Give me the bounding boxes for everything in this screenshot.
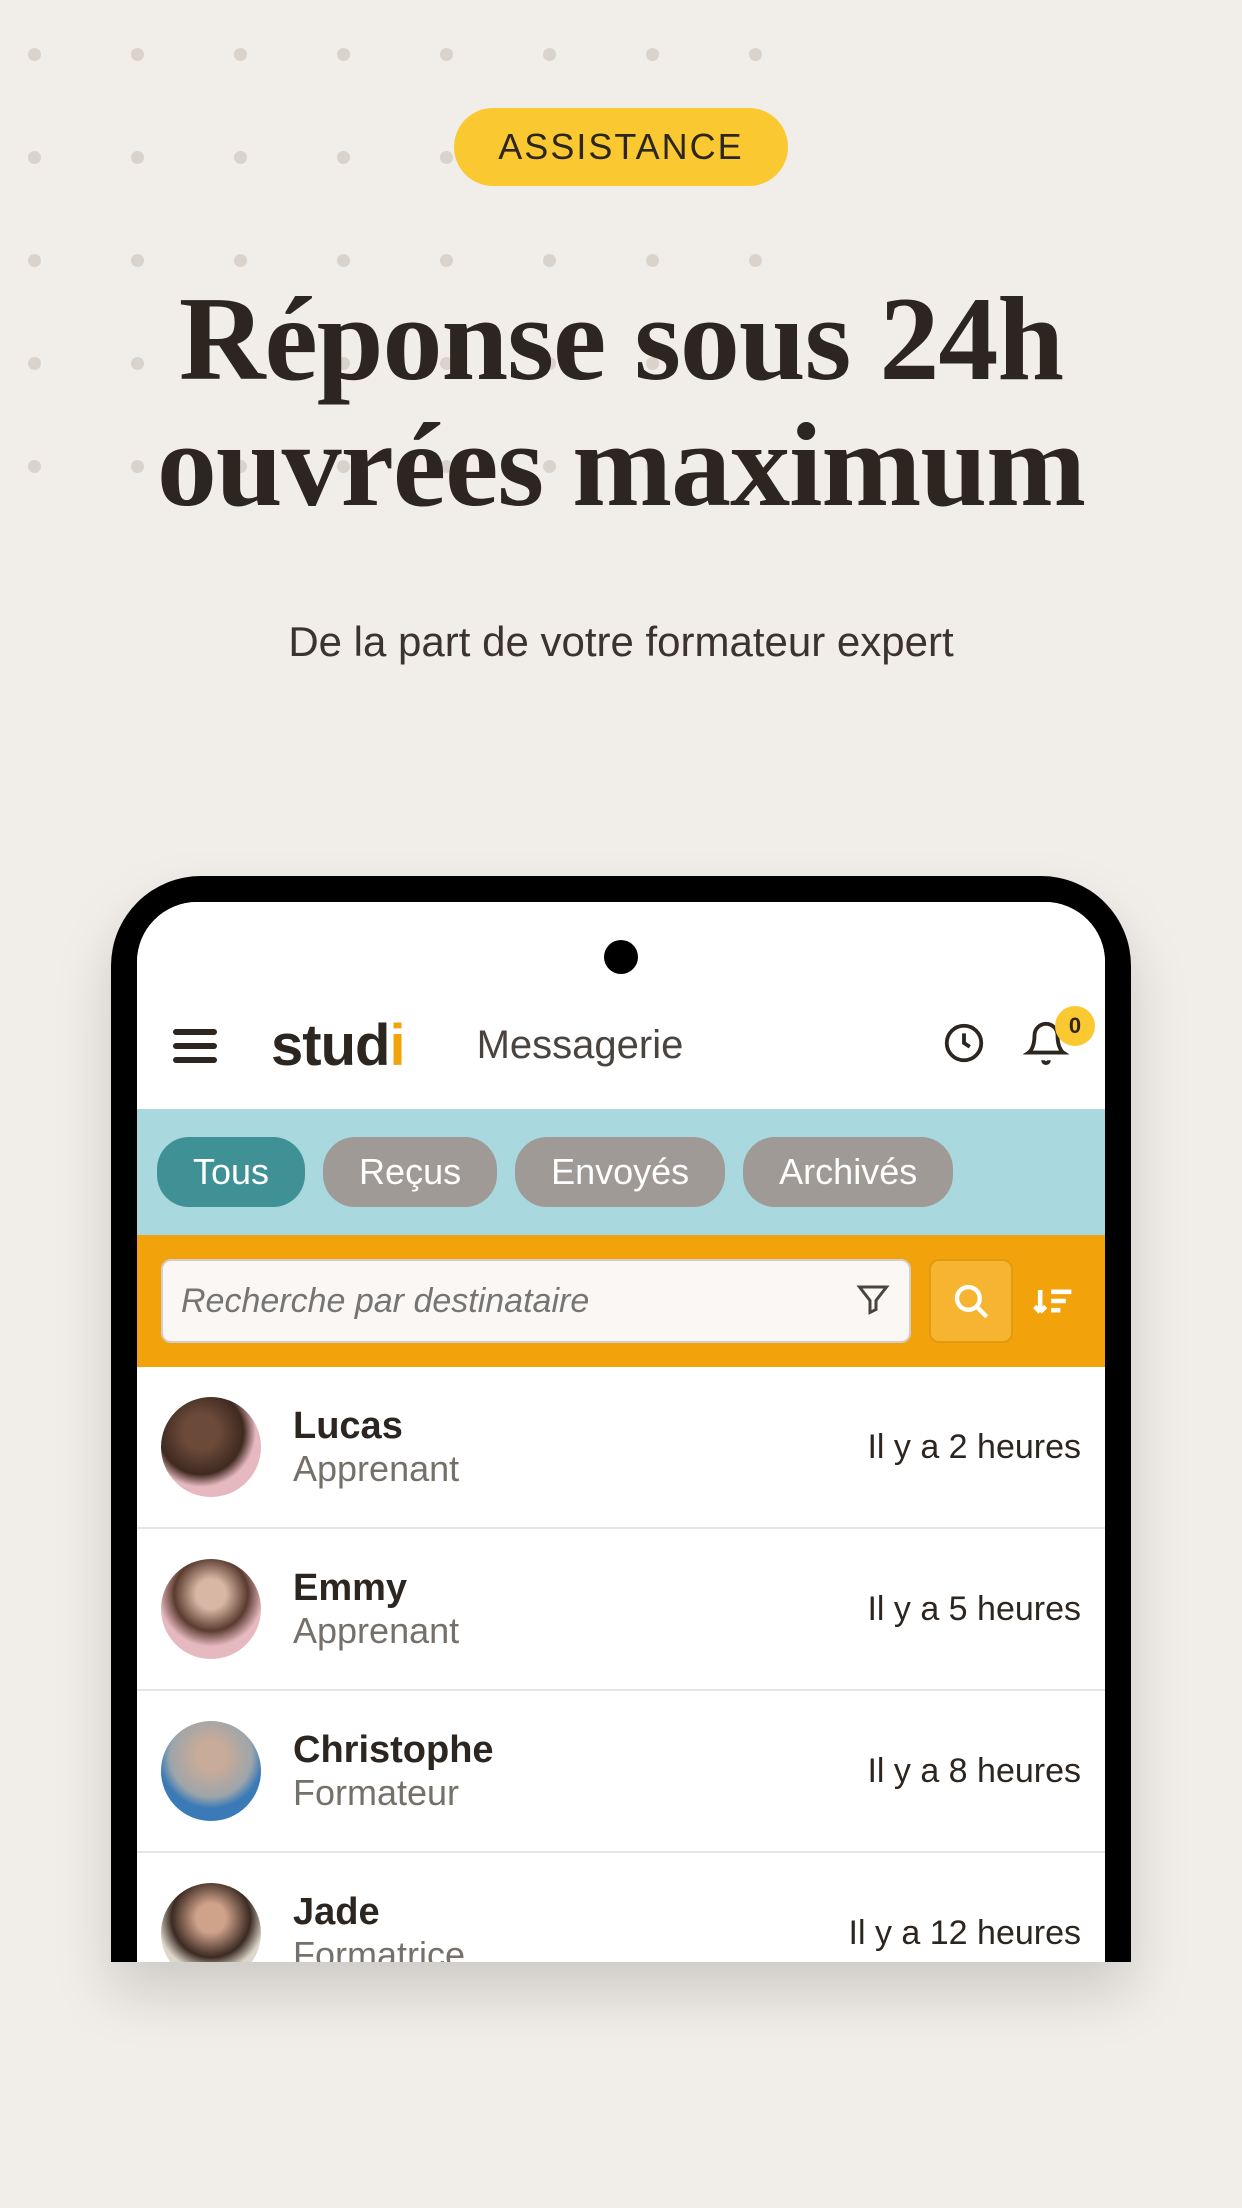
sender-name: Emmy [293, 1567, 459, 1610]
sender-role: Apprenant [293, 1610, 459, 1652]
tab-sent[interactable]: Envoyés [515, 1137, 725, 1207]
avatar [161, 1883, 261, 1962]
message-row[interactable]: Jade Formatrice Il y a 12 heures [137, 1853, 1105, 1962]
search-button[interactable] [929, 1259, 1013, 1343]
filter-tabs: Tous Reçus Envoyés Archivés [137, 1109, 1105, 1235]
message-row[interactable]: Christophe Formateur Il y a 8 heures [137, 1691, 1105, 1853]
sender-name: Lucas [293, 1405, 459, 1448]
logo-text-start: stud [271, 1013, 389, 1078]
sender-name: Christophe [293, 1729, 494, 1772]
bell-icon[interactable]: 0 [1023, 1020, 1069, 1071]
app-bar: studi Messagerie 0 [137, 902, 1105, 1109]
menu-icon[interactable] [173, 1029, 217, 1063]
page-title: Réponse sous 24h ouvrées maximum [0, 276, 1242, 528]
tab-archived[interactable]: Archivés [743, 1137, 953, 1207]
tab-received[interactable]: Reçus [323, 1137, 497, 1207]
screen-title: Messagerie [477, 1023, 923, 1068]
message-time: Il y a 8 heures [867, 1752, 1081, 1791]
assistance-badge: ASSISTANCE [454, 108, 787, 186]
phone-camera [604, 940, 638, 974]
sender-role: Apprenant [293, 1448, 459, 1490]
logo-text-accent: i [389, 1013, 404, 1078]
search-bar [137, 1235, 1105, 1367]
app-logo: studi [271, 1012, 405, 1079]
sender-role: Formateur [293, 1772, 494, 1814]
tab-all[interactable]: Tous [157, 1137, 305, 1207]
filter-icon[interactable] [855, 1281, 891, 1322]
message-row[interactable]: Emmy Apprenant Il y a 5 heures [137, 1529, 1105, 1691]
clock-icon[interactable] [941, 1020, 987, 1071]
hero-section: ASSISTANCE Réponse sous 24h ouvrées maxi… [0, 0, 1242, 666]
sort-button[interactable] [1031, 1284, 1075, 1318]
messages-list: Lucas Apprenant Il y a 2 heures Emmy App… [137, 1367, 1105, 1962]
avatar [161, 1559, 261, 1659]
message-row[interactable]: Lucas Apprenant Il y a 2 heures [137, 1367, 1105, 1529]
phone-mockup: studi Messagerie 0 Tous Reçus Envoyés [0, 876, 1242, 1962]
sender-role: Formatrice [293, 1934, 465, 1963]
page-subtitle: De la part de votre formateur expert [288, 618, 953, 666]
avatar [161, 1721, 261, 1821]
message-time: Il y a 2 heures [867, 1428, 1081, 1467]
avatar [161, 1397, 261, 1497]
sender-name: Jade [293, 1891, 465, 1934]
message-time: Il y a 5 heures [867, 1590, 1081, 1629]
message-time: Il y a 12 heures [849, 1914, 1081, 1953]
search-input[interactable] [181, 1282, 855, 1321]
notification-badge: 0 [1055, 1006, 1095, 1046]
